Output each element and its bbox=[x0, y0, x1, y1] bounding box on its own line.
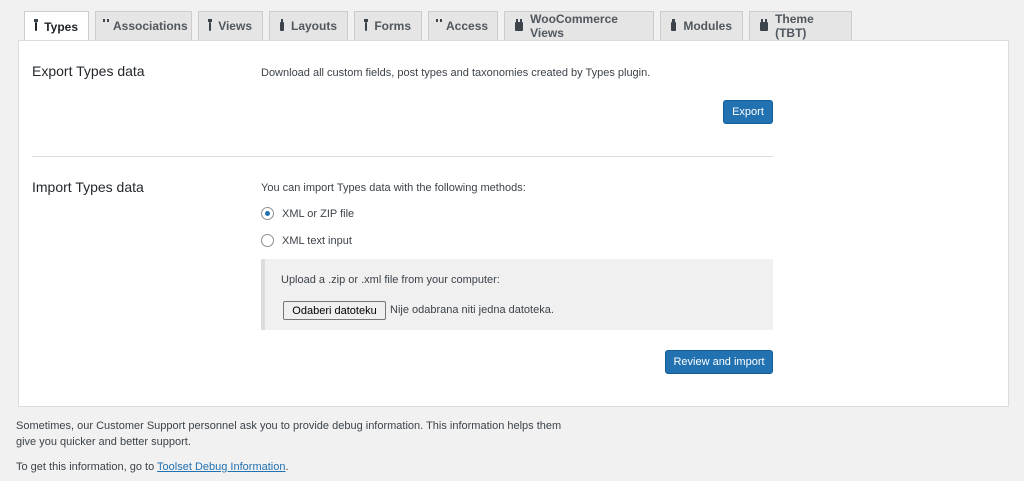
review-and-import-button[interactable]: Review and import bbox=[665, 350, 773, 374]
tab-bar: Types Associations Views Layouts Forms A… bbox=[24, 11, 858, 41]
tab-access[interactable]: Access bbox=[428, 11, 498, 40]
tab-associations[interactable]: Associations bbox=[95, 11, 192, 40]
calendar-icon bbox=[208, 18, 213, 31]
upload-label: Upload a .zip or .xml file from your com… bbox=[281, 274, 500, 286]
tab-forms[interactable]: Forms bbox=[354, 11, 422, 40]
settings-panel: Export Types data Download all custom fi… bbox=[18, 40, 1009, 407]
export-description: Download all custom fields, post types a… bbox=[261, 67, 651, 79]
tab-views[interactable]: Views bbox=[198, 11, 263, 40]
tab-woocommerce-views[interactable]: WooCommerce Views bbox=[504, 11, 654, 40]
tab-types[interactable]: Types bbox=[24, 11, 89, 41]
tab-theme-tbt[interactable]: Theme (TBT) bbox=[749, 11, 852, 40]
export-button[interactable]: Export bbox=[723, 100, 773, 124]
tab-modules[interactable]: Modules bbox=[660, 11, 743, 40]
calendar-icon bbox=[280, 18, 284, 31]
calendar-icon bbox=[364, 18, 369, 31]
tab-layouts[interactable]: Layouts bbox=[269, 11, 348, 40]
upload-box: Upload a .zip or .xml file from your com… bbox=[261, 259, 773, 330]
radio-unchecked-icon[interactable] bbox=[261, 234, 274, 247]
calendar-icon bbox=[671, 18, 677, 31]
radio-xml-zip-file[interactable]: XML or ZIP file bbox=[261, 207, 354, 220]
section-divider bbox=[32, 156, 773, 157]
footer-debug-link-line: To get this information, go to Toolset D… bbox=[16, 461, 289, 473]
toolset-debug-link[interactable]: Toolset Debug Information bbox=[157, 461, 285, 473]
footer-debug-text: Sometimes, our Customer Support personne… bbox=[16, 420, 562, 448]
import-title: Import Types data bbox=[32, 179, 144, 195]
radio-xml-text-input[interactable]: XML text input bbox=[261, 234, 352, 247]
calendar-icon bbox=[515, 18, 524, 31]
import-description: You can import Types data with the follo… bbox=[261, 182, 526, 194]
file-status: Nije odabrana niti jedna datoteka. bbox=[390, 304, 554, 316]
radio-checked-icon[interactable] bbox=[261, 207, 274, 220]
calendar-icon bbox=[760, 18, 769, 31]
choose-file-button[interactable]: Odaberi datoteku bbox=[283, 301, 386, 320]
export-title: Export Types data bbox=[32, 63, 145, 79]
calendar-icon bbox=[34, 19, 39, 31]
